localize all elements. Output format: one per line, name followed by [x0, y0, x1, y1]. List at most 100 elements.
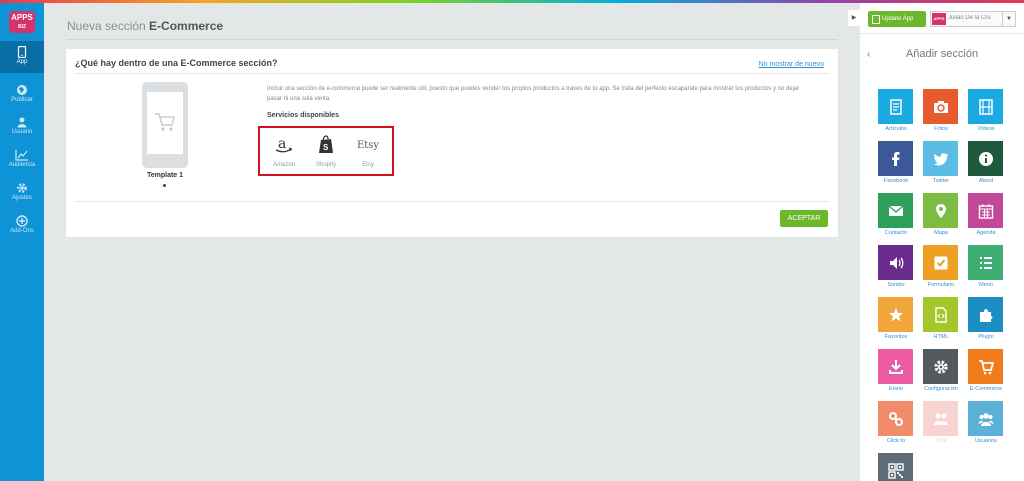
nav-item-addons[interactable]: Add-Ons: [0, 210, 44, 242]
map-pin-icon: [935, 203, 946, 218]
section-tile-label: Facebook: [883, 178, 909, 184]
section-tile-mapa[interactable]: [923, 193, 958, 228]
section-tile-html[interactable]: [923, 297, 958, 332]
facebook-icon: [891, 151, 899, 166]
section-tile-about[interactable]: [968, 141, 1003, 176]
puzzle-icon: [979, 308, 992, 322]
service-label: Amazon: [272, 162, 295, 168]
collapse-panel-toggle[interactable]: ▶: [848, 10, 860, 26]
nav-item-publicar[interactable]: Publicar: [0, 79, 44, 111]
section-tile-label: Agenda: [976, 230, 996, 236]
section-tile-label: Menú: [979, 282, 993, 288]
section-tile-label: Envío: [888, 386, 904, 392]
nav-item-label: Publicar: [11, 97, 33, 103]
template-pager-dot[interactable]: [163, 184, 166, 187]
service-label: Etsy: [362, 162, 374, 168]
star-icon: [888, 307, 903, 321]
list-icon: [979, 256, 992, 269]
nav-item-audiencia[interactable]: Audiencia: [0, 144, 44, 176]
nav-item-label: Ajustes: [12, 195, 32, 201]
card-divider: [74, 73, 830, 74]
phone-icon: [17, 46, 27, 58]
card-heading: ¿Qué hay dentro de una E-Commerce secció…: [75, 58, 278, 68]
nav-item-label: Add-Ons: [10, 228, 34, 234]
service-label: Shopify: [315, 162, 336, 168]
services-title: Servicios disponibles: [267, 112, 339, 119]
shopify-icon: S: [319, 135, 333, 153]
nav-item-label: Usuario: [11, 129, 33, 135]
section-tile-qr[interactable]: [878, 453, 913, 481]
section-tile-favoritos[interactable]: [878, 297, 913, 332]
chat-icon: [933, 413, 948, 425]
user-name: Julián De la Cru: [948, 15, 991, 21]
globe-icon: [17, 85, 27, 95]
section-tile-label: Plugin: [978, 334, 994, 340]
accept-button[interactable]: ACEPTAR: [780, 210, 828, 227]
etsy-icon: Etsy: [356, 139, 380, 151]
nav-item-ajustes[interactable]: Ajustes: [0, 177, 44, 209]
service-shopify[interactable]: S Shopify: [306, 132, 346, 168]
section-tile-label: Contacto: [884, 230, 907, 236]
update-app-button[interactable]: Update App: [868, 11, 926, 27]
logo-text: APPS: [11, 13, 33, 22]
section-tile-click-to[interactable]: [878, 401, 913, 436]
svg-text:S: S: [323, 143, 329, 152]
download-icon: [888, 359, 903, 374]
user-icon: [17, 117, 27, 128]
nav-item-app[interactable]: App: [0, 41, 44, 73]
plus-icon: [16, 215, 28, 227]
section-description: Incluir una sección de e-commerce puede …: [267, 86, 800, 102]
template-screen: [147, 92, 183, 154]
section-tile-videos[interactable]: [968, 89, 1003, 124]
section-tile-usuarios[interactable]: [968, 401, 1003, 436]
title-divider: [66, 39, 838, 40]
amazon-icon: a: [275, 136, 293, 153]
section-tile-label: Click to: [886, 438, 906, 444]
section-tile-contacto[interactable]: [878, 193, 913, 228]
cart-icon: [155, 113, 175, 131]
section-tile-label: Vídeos: [977, 126, 995, 132]
panel-divider: [860, 33, 1024, 34]
services-highlight: a Amazon S Shopify Etsy Etsy: [258, 126, 394, 176]
template-label: Template 1: [146, 172, 184, 179]
section-tile-label: HTML: [933, 334, 949, 340]
service-amazon[interactable]: a Amazon: [264, 132, 304, 168]
service-etsy[interactable]: Etsy Etsy: [348, 132, 388, 169]
section-tile-envio[interactable]: [878, 349, 913, 384]
section-tile-e-commerce[interactable]: [968, 349, 1003, 384]
section-tile-sonido[interactable]: [878, 245, 913, 280]
section-tile-plugin[interactable]: [968, 297, 1003, 332]
section-tile-articulos[interactable]: [878, 89, 913, 124]
info-card: ¿Qué hay dentro de una E-Commerce secció…: [66, 49, 838, 237]
section-tile-label: Chat: [935, 438, 947, 444]
template-preview[interactable]: [142, 82, 188, 168]
section-tile-configuracion[interactable]: [923, 349, 958, 384]
nav-item-usuario[interactable]: Usuario: [0, 111, 44, 143]
calendar-icon: [978, 203, 993, 219]
panel-title: Añadir sección: [905, 48, 979, 60]
apps-logo[interactable]: APPS BIZ: [9, 11, 35, 33]
section-tile-facebook[interactable]: [878, 141, 913, 176]
twitter-icon: [933, 152, 948, 165]
section-tile-chat[interactable]: [923, 401, 958, 436]
section-tile-label: E-Commerce: [969, 386, 1003, 392]
chevron-down-icon[interactable]: ▼: [1002, 12, 1015, 26]
section-tile-agenda[interactable]: [968, 193, 1003, 228]
section-tile-label: Configuración: [924, 386, 958, 392]
svg-text:a: a: [278, 136, 286, 152]
article-icon: [889, 98, 902, 115]
nav-item-label: App: [16, 59, 28, 65]
page-title-bold: E-Commerce: [149, 19, 224, 33]
hide-link[interactable]: No mostrar de nuevo: [759, 61, 824, 68]
section-tile-fotos[interactable]: [923, 89, 958, 124]
section-tile-twitter[interactable]: [923, 141, 958, 176]
html-icon: [934, 306, 947, 323]
section-tile-formulario[interactable]: [923, 245, 958, 280]
section-tile-label: Usuarios: [975, 438, 997, 444]
user-menu[interactable]: APPS Julián De la Cru ▼: [930, 11, 1016, 27]
section-tile-label: Fotos: [934, 126, 948, 132]
section-tile-menu[interactable]: [968, 245, 1003, 280]
section-tile-label: Favoritos: [884, 334, 908, 340]
camera-icon: [933, 100, 948, 113]
avatar: APPS: [932, 13, 946, 25]
